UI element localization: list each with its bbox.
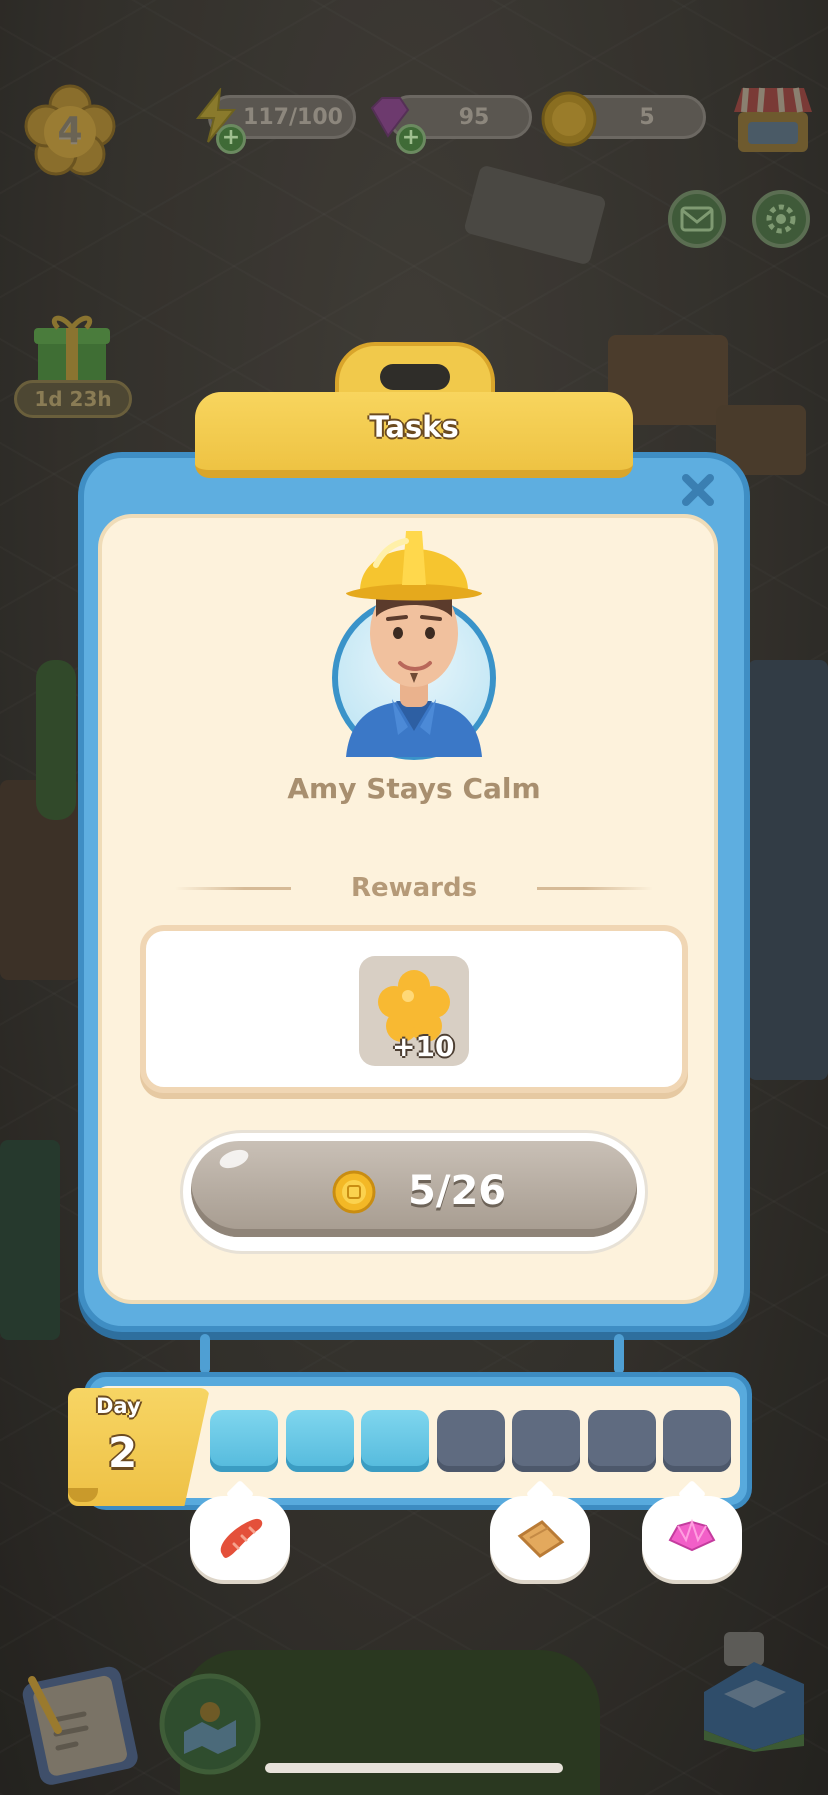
- clip-hole: [380, 364, 450, 390]
- dialog-title: Tasks: [369, 410, 459, 444]
- gear-icon: [766, 204, 796, 234]
- day-label: Day: [96, 1394, 141, 1418]
- pink-gem-icon: [668, 1518, 716, 1552]
- gift-icon[interactable]: [30, 310, 114, 388]
- rewards-heading: Rewards: [350, 873, 478, 903]
- day-progress-cell: [512, 1410, 580, 1472]
- home-indicator[interactable]: [265, 1763, 563, 1773]
- rewards-line-left: [175, 886, 291, 890]
- chain-right: [614, 1334, 624, 1374]
- day-progress-cell: [286, 1410, 354, 1472]
- cash-register-icon[interactable]: [694, 1622, 814, 1752]
- level-number: 4: [57, 109, 83, 151]
- energy-value: 117/100: [243, 104, 343, 130]
- chain-left: [200, 1334, 210, 1374]
- rewards-divider: Rewards: [175, 868, 654, 908]
- close-button[interactable]: [676, 468, 720, 512]
- map-icon[interactable]: [158, 1672, 262, 1776]
- dialog-header: Tasks: [195, 342, 633, 482]
- coin-value: 5: [639, 104, 655, 130]
- wood-plank-icon: [517, 1520, 565, 1558]
- milestone-reward-1[interactable]: [190, 1496, 290, 1580]
- close-icon: [682, 474, 714, 506]
- milestone-reward-3[interactable]: [642, 1496, 742, 1580]
- settings-button[interactable]: [752, 190, 810, 248]
- worker-avatar: [346, 531, 482, 757]
- day-progress-cell: [588, 1410, 656, 1472]
- coin-icon: [541, 91, 597, 147]
- add-gems-button[interactable]: +: [396, 124, 426, 154]
- shop-icon[interactable]: [730, 82, 816, 158]
- character-name: Amy Stays Calm: [287, 772, 541, 805]
- rewards-line-right: [537, 886, 654, 890]
- day-progress-cell: [663, 1410, 731, 1472]
- coin-icon: [332, 1170, 376, 1214]
- day-progress-cell: [210, 1410, 278, 1472]
- day-progress-cell: [361, 1410, 429, 1472]
- reward-amount: +10: [392, 1030, 455, 1063]
- day-progress-cell: [437, 1410, 505, 1472]
- gem-value: 95: [458, 104, 490, 130]
- task-cost: 5/26: [408, 1168, 507, 1214]
- level-badge[interactable]: 4: [22, 82, 118, 178]
- day-number: 2: [108, 1428, 138, 1477]
- milestone-reward-2[interactable]: [490, 1496, 590, 1580]
- sausage-icon: [220, 1518, 263, 1558]
- task-notebook-icon[interactable]: [14, 1660, 144, 1790]
- mail-icon: [680, 206, 714, 232]
- gift-timer: 1d 23h: [14, 380, 132, 418]
- mail-button[interactable]: [668, 190, 726, 248]
- add-energy-button[interactable]: +: [216, 124, 246, 154]
